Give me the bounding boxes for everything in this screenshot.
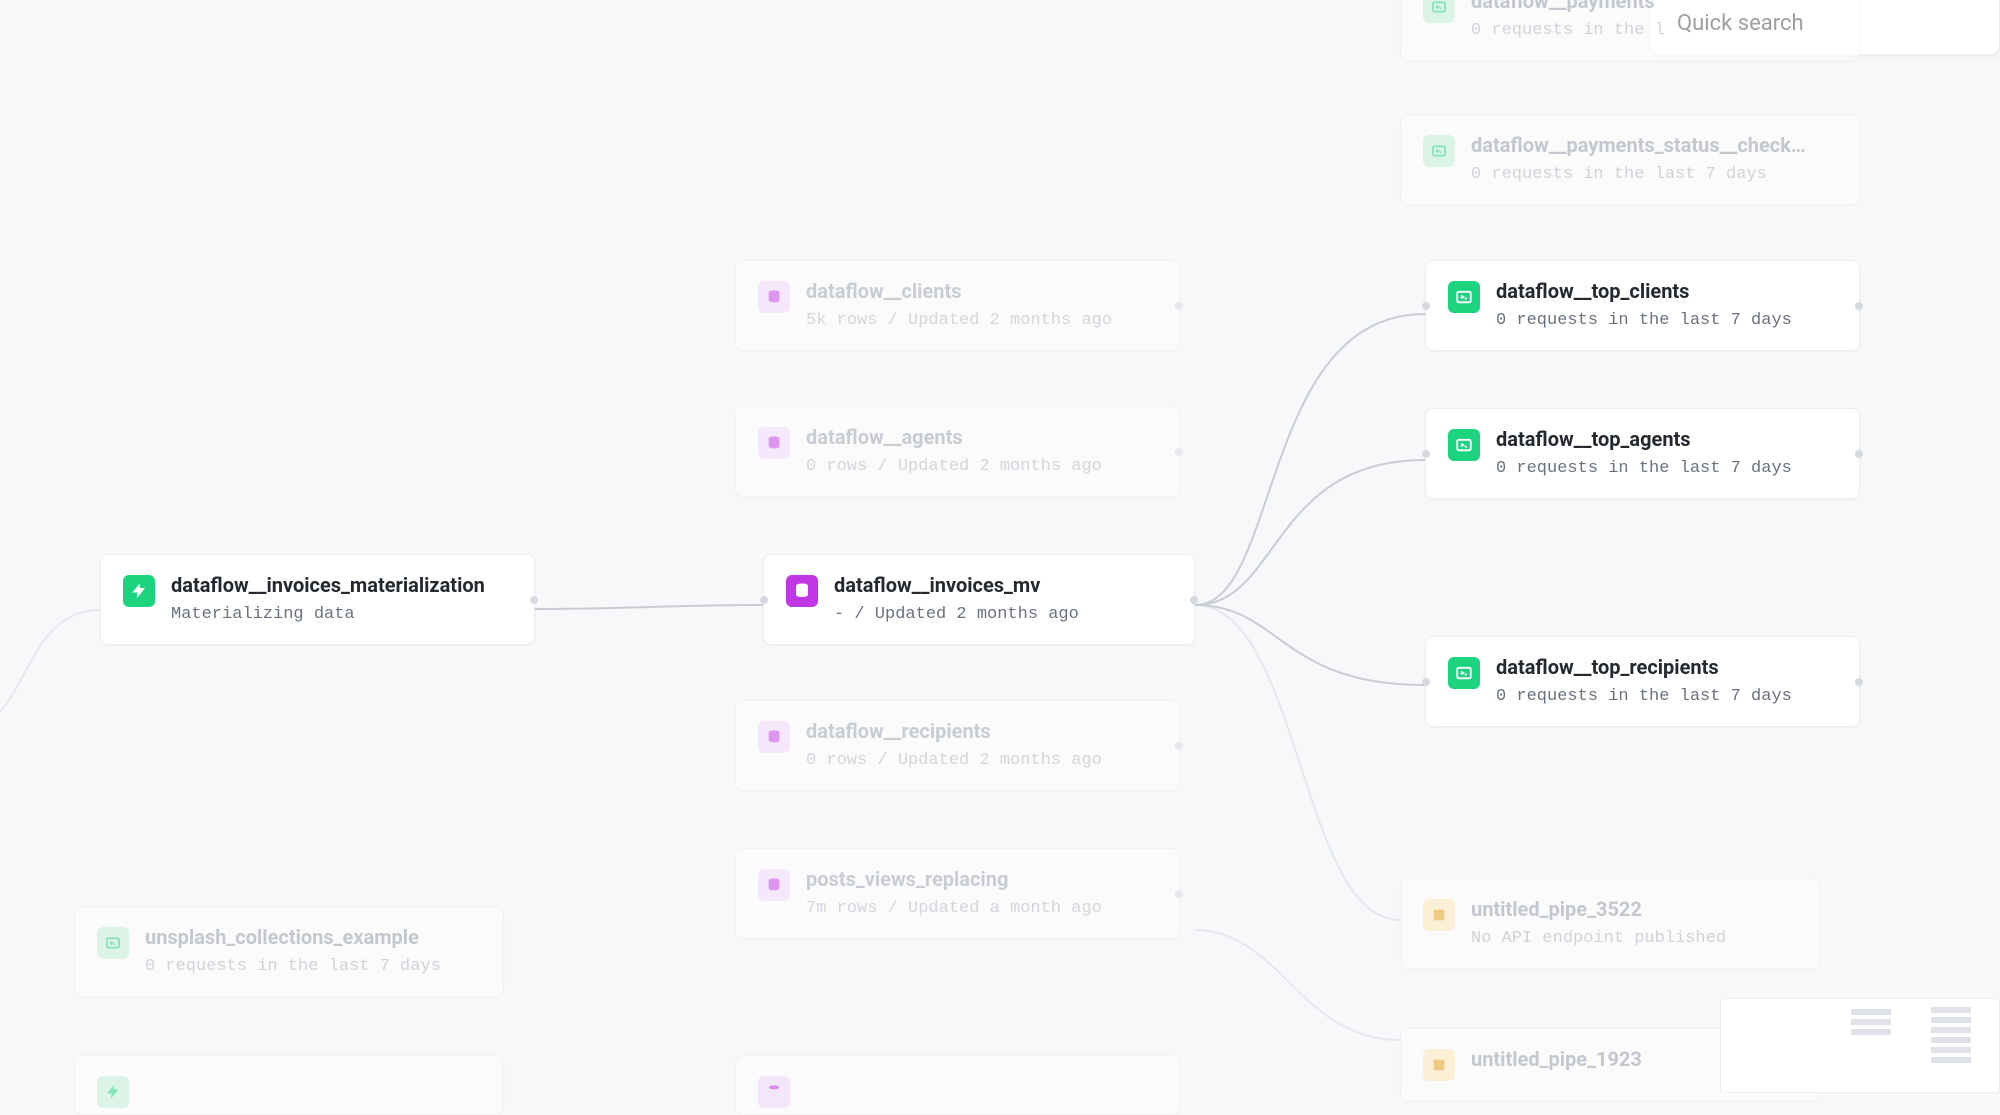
node-title: dataflow__clients xyxy=(806,279,1112,303)
node-subtitle: Materializing data xyxy=(171,605,485,624)
node-subtitle: 0 requests in the last 7 days xyxy=(1496,687,1792,706)
node-title: dataflow__invoices_mv xyxy=(834,573,1079,597)
node-subtitle: 0 rows / Updated 2 months ago xyxy=(806,751,1102,770)
minimap[interactable] xyxy=(1720,998,2000,1093)
output-handle[interactable] xyxy=(1175,302,1183,310)
node-payments[interactable]: dataflow__payments 0 requests in the l xyxy=(1400,0,1860,61)
node-title: posts_views_replacing xyxy=(806,867,1102,891)
node-title: dataflow__top_clients xyxy=(1496,279,1792,303)
node-title: untitled_pipe_1923 xyxy=(1471,1047,1642,1071)
node-subtitle: 7m rows / Updated a month ago xyxy=(806,899,1102,918)
node-subtitle: 0 requests in the l xyxy=(1471,21,1665,40)
node-subtitle: 0 requests in the last 7 days xyxy=(1496,459,1792,478)
node-subtitle: 0 rows / Updated 2 months ago xyxy=(806,457,1102,476)
node-title: dataflow__payments xyxy=(1471,0,1665,13)
input-handle[interactable] xyxy=(1422,450,1430,458)
node-title: unsplash_collections_example xyxy=(145,925,441,949)
node-unsplash-example[interactable]: unsplash_collections_example 0 requests … xyxy=(74,906,504,997)
bolt-icon xyxy=(123,575,155,607)
input-handle[interactable] xyxy=(1422,678,1430,686)
node-recipients[interactable]: dataflow__recipients 0 rows / Updated 2 … xyxy=(735,700,1180,791)
input-handle[interactable] xyxy=(760,596,768,604)
output-handle[interactable] xyxy=(1175,742,1183,750)
output-handle[interactable] xyxy=(530,596,538,604)
node-subtitle: 5k rows / Updated 2 months ago xyxy=(806,311,1112,330)
terminal-icon xyxy=(1423,135,1455,167)
node-title: dataflow__recipients xyxy=(806,719,1102,743)
pipe-icon xyxy=(1423,1049,1455,1081)
node-invoices-mv[interactable]: dataflow__invoices_mv - / Updated 2 mont… xyxy=(763,554,1195,645)
terminal-icon xyxy=(1448,657,1480,689)
node-posts-views[interactable]: posts_views_replacing 7m rows / Updated … xyxy=(735,848,1180,939)
node-subtitle: 0 requests in the last 7 days xyxy=(1496,311,1792,330)
database-icon xyxy=(758,427,790,459)
node-title: dataflow__invoices_materialization xyxy=(171,573,485,597)
output-handle[interactable] xyxy=(1855,678,1863,686)
node-fragment-center[interactable] xyxy=(735,1055,1180,1115)
output-handle[interactable] xyxy=(1175,448,1183,456)
bolt-icon xyxy=(97,1076,129,1108)
node-title: dataflow__top_agents xyxy=(1496,427,1792,451)
output-handle[interactable] xyxy=(1855,302,1863,310)
node-invoices-materialization[interactable]: dataflow__invoices_materialization Mater… xyxy=(100,554,535,645)
database-icon xyxy=(758,721,790,753)
node-subtitle: 0 requests in the last 7 days xyxy=(1471,165,1806,184)
node-top-clients[interactable]: dataflow__top_clients 0 requests in the … xyxy=(1425,260,1860,351)
pipe-icon xyxy=(1423,899,1455,931)
node-fragment[interactable] xyxy=(74,1055,504,1115)
output-handle[interactable] xyxy=(1175,890,1183,898)
output-handle[interactable] xyxy=(1855,450,1863,458)
terminal-icon xyxy=(1448,429,1480,461)
node-agents[interactable]: dataflow__agents 0 rows / Updated 2 mont… xyxy=(735,406,1180,497)
node-clients[interactable]: dataflow__clients 5k rows / Updated 2 mo… xyxy=(735,260,1180,351)
database-icon xyxy=(758,869,790,901)
database-icon xyxy=(758,1076,790,1108)
terminal-icon xyxy=(1423,0,1455,23)
node-title: dataflow__agents xyxy=(806,425,1102,449)
terminal-icon xyxy=(97,927,129,959)
node-title: untitled_pipe_3522 xyxy=(1471,897,1726,921)
output-handle[interactable] xyxy=(1190,596,1198,604)
node-title: dataflow__top_recipients xyxy=(1496,655,1792,679)
node-untitled-pipe-3522[interactable]: untitled_pipe_3522 No API endpoint publi… xyxy=(1400,878,1820,969)
node-top-agents[interactable]: dataflow__top_agents 0 requests in the l… xyxy=(1425,408,1860,499)
node-subtitle: No API endpoint published xyxy=(1471,929,1726,948)
database-icon xyxy=(786,575,818,607)
node-subtitle: 0 requests in the last 7 days xyxy=(145,957,441,976)
terminal-icon xyxy=(1448,281,1480,313)
data-flow-canvas[interactable]: Quick search dataflow__invoices_material… xyxy=(0,0,2000,1093)
input-handle[interactable] xyxy=(1422,302,1430,310)
node-title: dataflow__payments_status__check… xyxy=(1471,133,1806,157)
node-payments-status-check[interactable]: dataflow__payments_status__check… 0 requ… xyxy=(1400,114,1860,205)
node-top-recipients[interactable]: dataflow__top_recipients 0 requests in t… xyxy=(1425,636,1860,727)
database-icon xyxy=(758,281,790,313)
node-subtitle: - / Updated 2 months ago xyxy=(834,605,1079,624)
